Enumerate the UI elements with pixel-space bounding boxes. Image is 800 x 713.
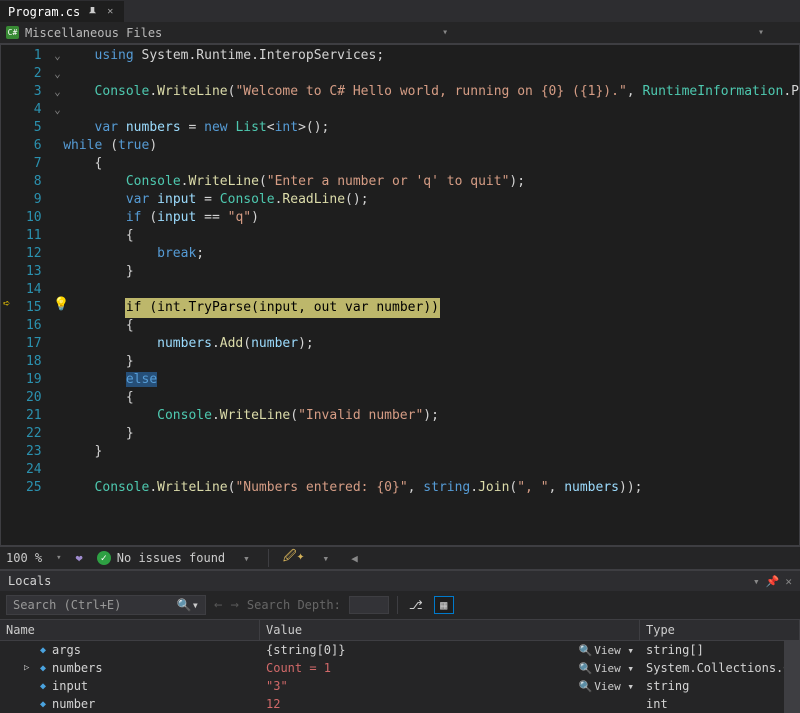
divider: [397, 596, 398, 614]
var-value: Count = 1: [266, 661, 331, 675]
csharp-icon: C#: [6, 26, 19, 39]
col-type[interactable]: Type: [640, 620, 800, 640]
panel-title: Locals: [8, 574, 51, 588]
depth-label: Search Depth:: [247, 598, 341, 612]
var-type: string: [646, 679, 689, 693]
code-content[interactable]: using System.Runtime.InteropServices; Co…: [63, 45, 799, 545]
magnifier-icon: 🔍: [579, 662, 593, 675]
check-icon: ✓: [97, 551, 111, 565]
locals-toolbar: Search (Ctrl+E) 🔍▾ ← → Search Depth: ⎇ ▦: [0, 591, 800, 620]
magnifier-icon: 🔍: [579, 680, 593, 693]
var-name: args: [52, 643, 81, 657]
member-dropdown[interactable]: ▾: [412, 27, 478, 38]
health-icon[interactable]: ❤: [76, 551, 83, 565]
search-placeholder: Search (Ctrl+E): [13, 598, 121, 612]
var-name: input: [52, 679, 88, 693]
view-visualizer[interactable]: 🔍View ▾: [579, 644, 634, 657]
tab-bar: Program.cs ✕: [0, 0, 800, 22]
panel-close-icon[interactable]: ✕: [785, 575, 792, 588]
scrollbar[interactable]: [784, 641, 800, 713]
search-input[interactable]: Search (Ctrl+E) 🔍▾: [6, 595, 206, 615]
close-icon[interactable]: ✕: [104, 6, 116, 18]
locals-panel: Locals ▾ 📌 ✕ Search (Ctrl+E) 🔍▾ ← → Sear…: [0, 570, 800, 713]
col-name[interactable]: Name: [0, 620, 260, 640]
field-icon: ◆: [40, 699, 46, 710]
back-arrow-icon[interactable]: ←: [214, 597, 222, 613]
magnifier-icon: 🔍: [579, 644, 593, 657]
var-value: {string[0]}: [266, 643, 345, 657]
view-visualizer[interactable]: 🔍View ▾: [579, 680, 634, 693]
locals-row[interactable]: ▷◆numbersCount = 1🔍View ▾System.Collecti…: [0, 659, 784, 677]
var-name: numbers: [52, 661, 103, 675]
panel-dropdown-icon[interactable]: ▾: [753, 575, 760, 588]
depth-dropdown[interactable]: [349, 596, 389, 614]
property-icon[interactable]: ▦: [434, 596, 454, 614]
zoom-level[interactable]: 100 %: [6, 551, 42, 565]
var-name: number: [52, 697, 95, 711]
view-visualizer[interactable]: 🔍View ▾: [579, 662, 634, 675]
var-type: System.Collections.G...: [646, 661, 784, 675]
scope-dropdown[interactable]: Miscellaneous Files: [25, 26, 162, 40]
breakpoint-gutter[interactable]: [1, 45, 21, 545]
field-icon: ◆: [40, 681, 46, 692]
tree-icon[interactable]: ⎇: [406, 596, 426, 614]
locals-rows: ◆args{string[0]}🔍View ▾string[]▷◆numbers…: [0, 641, 784, 713]
zoom-chevron-icon[interactable]: ▾: [56, 553, 61, 563]
execution-pointer-icon: ➪: [3, 296, 10, 310]
screwdriver-icon[interactable]: 🖉✦: [283, 547, 305, 569]
panel-pin-icon[interactable]: 📌: [766, 575, 780, 588]
tab-program-cs[interactable]: Program.cs ✕: [0, 0, 124, 22]
issue-chevron-icon[interactable]: ▾: [239, 552, 254, 565]
context-bar: C# Miscellaneous Files ▾ ▾: [0, 22, 800, 44]
field-icon: ◆: [40, 645, 46, 656]
nav-dropdown[interactable]: ▾: [728, 27, 794, 38]
field-icon: ◆: [40, 663, 46, 674]
locals-titlebar[interactable]: Locals ▾ 📌 ✕: [0, 570, 800, 591]
fold-gutter[interactable]: ⌄⌄⌄⌄: [52, 45, 64, 545]
tab-title: Program.cs: [8, 5, 80, 19]
col-value[interactable]: Value: [260, 620, 640, 640]
pin-icon[interactable]: [86, 6, 98, 18]
forward-arrow-icon[interactable]: →: [230, 597, 238, 613]
locals-row[interactable]: ◆ input "3" 🔍View ▾ string: [0, 677, 784, 695]
var-value: "3": [266, 679, 288, 693]
locals-row[interactable]: ◆ number 12 int: [0, 695, 784, 713]
locals-row[interactable]: ◆ args {string[0]} 🔍View ▾ string[]: [0, 641, 784, 659]
search-icon[interactable]: 🔍▾: [177, 598, 199, 612]
prev-arrow-icon[interactable]: ◀: [347, 552, 362, 565]
issues-text: No issues found: [117, 551, 225, 565]
var-type: string[]: [646, 643, 704, 657]
line-numbers: 1234567891011121314151617181920212223242…: [21, 45, 51, 545]
var-type: int: [646, 697, 668, 711]
wand-chevron-icon[interactable]: ▾: [318, 552, 333, 565]
var-value: 12: [266, 697, 280, 711]
divider: [268, 549, 269, 567]
editor-status-bar: 100 % ▾ ❤ ✓ No issues found ▾ 🖉✦ ▾ ◀: [0, 546, 800, 570]
locals-columns: Name Value Type: [0, 620, 800, 641]
code-editor[interactable]: ➪ 💡 123456789101112131415161718192021222…: [0, 44, 800, 546]
issues-indicator[interactable]: ✓ No issues found: [97, 551, 225, 565]
